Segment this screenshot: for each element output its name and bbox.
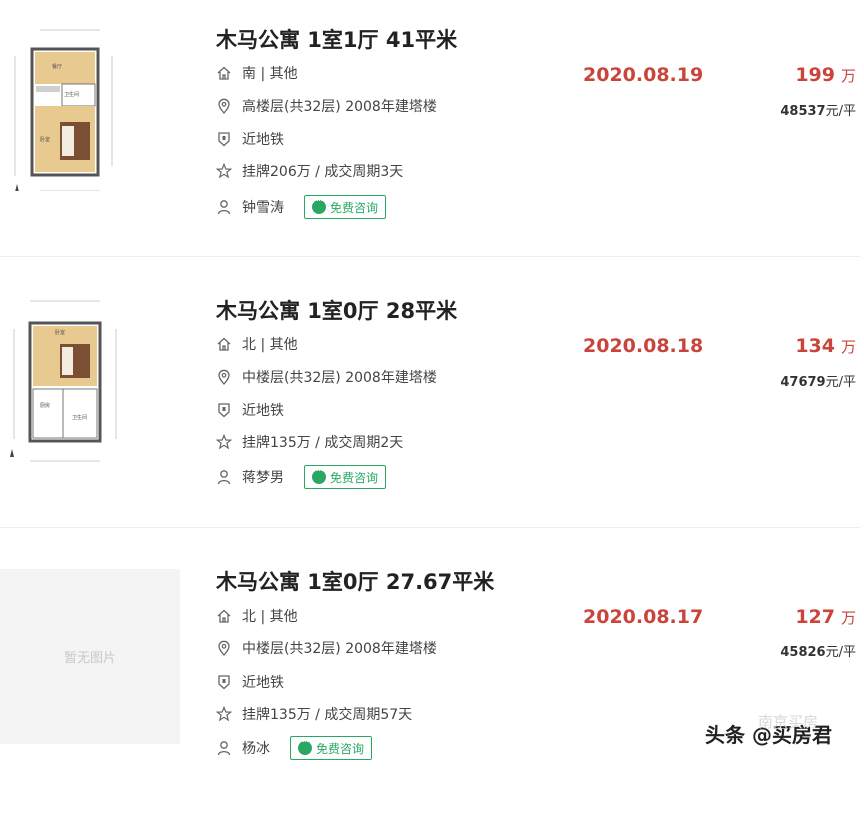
listing-title[interactable]: 木马公寓 1室1厅 41平米 <box>216 24 457 54</box>
subway-row: 近地铁 <box>216 128 284 150</box>
deal-row: 挂牌135万 / 成交周期57天 <box>216 703 412 725</box>
floor-text: 高楼层(共32层) 2008年建塔楼 <box>242 99 437 115</box>
subway-row: 近地铁 <box>216 671 284 693</box>
orientation-row: 北 | 其他 <box>216 333 298 355</box>
agent-name[interactable]: 杨冰 <box>242 738 270 758</box>
deal-date: 2020.08.19 <box>583 64 704 86</box>
orientation-row: 南 | 其他 <box>216 62 298 84</box>
person-icon <box>217 200 231 215</box>
unit-price-suffix: 元/平 <box>825 375 856 390</box>
floorplan-thumbnail[interactable]: 餐厅 卫生间 卧室 <box>0 16 180 192</box>
svg-text:餐厅: 餐厅 <box>52 63 62 70</box>
total-price-unit: 万 <box>840 67 856 85</box>
deal-date: 2020.08.18 <box>583 335 704 357</box>
total-price: 134 万 <box>795 335 856 357</box>
agent-row: 钟雪涛 免费咨询 <box>216 195 387 219</box>
agent-name[interactable]: 钟雪涛 <box>242 197 284 217</box>
total-price-value: 199 <box>795 64 835 86</box>
orientation-text: 北 | 其他 <box>242 609 298 625</box>
deal-text: 挂牌206万 / 成交周期3天 <box>242 164 404 180</box>
subway-text: 近地铁 <box>242 403 284 419</box>
orientation-row: 北 | 其他 <box>216 605 298 627</box>
svg-text:卫生间: 卫生间 <box>72 414 87 421</box>
subway-text: 近地铁 <box>242 675 284 691</box>
total-price: 127 万 <box>795 606 856 628</box>
chat-bubble-icon <box>312 196 326 214</box>
free-consult-label: 免费咨询 <box>330 470 379 485</box>
total-price: 199 万 <box>795 64 856 86</box>
total-price-value: 127 <box>795 606 835 628</box>
agent-row: 杨冰 免费咨询 <box>216 736 373 760</box>
listing-title[interactable]: 木马公寓 1室0厅 27.67平米 <box>216 566 494 596</box>
listing-card: 暂无图片 木马公寓 1室0厅 27.67平米 北 | 其他 中楼层(共32层) … <box>0 542 864 813</box>
svg-text:卫生间: 卫生间 <box>64 91 79 98</box>
subway-shield-icon <box>218 403 230 418</box>
unit-price: 48537元/平 <box>780 100 856 119</box>
deal-date: 2020.08.17 <box>583 606 704 628</box>
total-price-unit: 万 <box>840 338 856 356</box>
orientation-text: 北 | 其他 <box>242 337 298 353</box>
subway-row: 近地铁 <box>216 399 284 421</box>
orientation-text: 南 | 其他 <box>242 66 298 82</box>
total-price-value: 134 <box>795 335 835 357</box>
unit-price-value: 45826 <box>780 645 826 660</box>
unit-price-suffix: 元/平 <box>825 645 856 660</box>
free-consult-label: 免费咨询 <box>316 741 365 756</box>
listing-card: 卧室 厨房 卫生间 木马公寓 1室0厅 28平米 北 | 其他 中楼层(共32层… <box>0 271 864 542</box>
star-icon <box>216 163 232 179</box>
unit-price-suffix: 元/平 <box>825 104 856 119</box>
subway-shield-icon <box>218 132 230 147</box>
svg-text:卧室: 卧室 <box>40 136 50 143</box>
free-consult-button[interactable]: 免费咨询 <box>290 736 373 760</box>
agent-row: 蒋梦男 免费咨询 <box>216 465 387 489</box>
house-icon <box>217 337 231 351</box>
floor-row: 高楼层(共32层) 2008年建塔楼 <box>216 95 437 117</box>
star-icon <box>216 434 232 450</box>
location-pin-icon <box>218 640 230 656</box>
deal-text: 挂牌135万 / 成交周期57天 <box>242 707 413 723</box>
no-image-placeholder[interactable]: 暂无图片 <box>0 569 180 744</box>
house-icon <box>217 66 231 80</box>
person-icon <box>217 470 231 485</box>
floorplan-thumbnail[interactable]: 卧室 厨房 卫生间 <box>0 289 180 464</box>
floor-row: 中楼层(共32层) 2008年建塔楼 <box>216 637 437 659</box>
free-consult-button[interactable]: 免费咨询 <box>304 465 387 489</box>
subway-text: 近地铁 <box>242 132 284 148</box>
watermark: 南京买房 头条 @买房君 <box>705 713 832 748</box>
free-consult-label: 免费咨询 <box>330 200 379 215</box>
free-consult-button[interactable]: 免费咨询 <box>304 195 387 219</box>
floor-row: 中楼层(共32层) 2008年建塔楼 <box>216 366 437 388</box>
svg-text:卧室: 卧室 <box>55 329 65 336</box>
total-price-unit: 万 <box>840 609 856 627</box>
no-image-text: 暂无图片 <box>63 651 116 666</box>
location-pin-icon <box>218 98 230 114</box>
listing-divider <box>0 527 860 528</box>
floorplan-image: 餐厅 卫生间 卧室 <box>14 29 113 192</box>
listing-card: 餐厅 卫生间 卧室 木马公寓 1室1厅 41平米 南 | 其他 高楼层(共32层… <box>0 0 864 271</box>
person-icon <box>217 741 231 756</box>
chat-bubble-icon <box>312 466 326 484</box>
agent-name[interactable]: 蒋梦男 <box>242 467 284 487</box>
chat-bubble-icon <box>298 737 312 755</box>
house-icon <box>217 609 231 623</box>
watermark-sub: 南京买房 <box>758 713 819 731</box>
star-icon <box>216 706 232 722</box>
floorplan-image: 卧室 厨房 卫生间 <box>10 300 117 462</box>
location-pin-icon <box>218 369 230 385</box>
floor-text: 中楼层(共32层) 2008年建塔楼 <box>242 370 437 386</box>
unit-price: 47679元/平 <box>780 371 856 390</box>
unit-price: 45826元/平 <box>780 641 856 660</box>
deal-text: 挂牌135万 / 成交周期2天 <box>242 435 404 451</box>
deal-row: 挂牌206万 / 成交周期3天 <box>216 160 403 182</box>
deal-row: 挂牌135万 / 成交周期2天 <box>216 431 403 453</box>
subway-shield-icon <box>218 675 230 690</box>
listing-title[interactable]: 木马公寓 1室0厅 28平米 <box>216 295 457 325</box>
svg-text:厨房: 厨房 <box>40 402 50 409</box>
unit-price-value: 47679 <box>780 375 826 390</box>
listing-divider <box>0 256 860 257</box>
floor-text: 中楼层(共32层) 2008年建塔楼 <box>242 641 437 657</box>
unit-price-value: 48537 <box>780 104 826 119</box>
